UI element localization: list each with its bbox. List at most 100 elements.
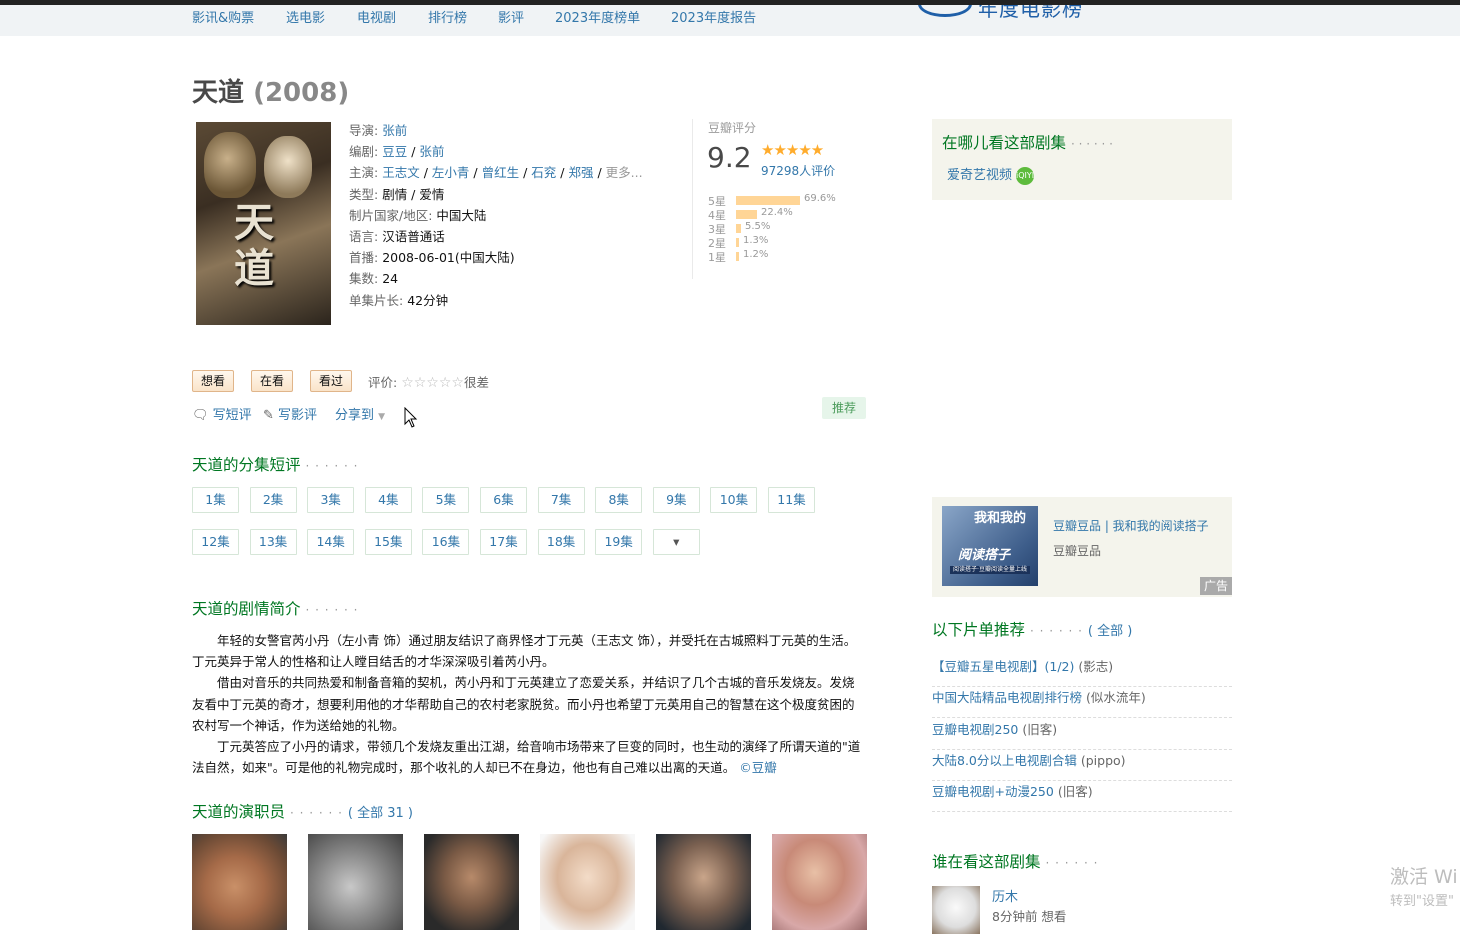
cast-link[interactable]: 曾红生 xyxy=(482,165,520,180)
episode-button[interactable]: 6集 xyxy=(480,487,527,513)
iqiyi-link[interactable]: 爱奇艺视频 iQIYI xyxy=(947,164,1034,185)
cast-link[interactable]: 郑强 xyxy=(568,165,593,180)
runtime-value: 42分钟 xyxy=(407,292,449,308)
synopsis-title-dots: · · · · · · xyxy=(305,603,359,617)
rating-bar-fill xyxy=(736,210,757,219)
genre-value: 剧情 / 爱情 xyxy=(382,186,445,202)
cast-photo[interactable] xyxy=(540,834,635,930)
cast-label: 主演: xyxy=(349,165,379,181)
ad-title-link[interactable]: 豆瓣豆品 | 我和我的阅读搭子 xyxy=(1053,517,1209,534)
nav-item-reviews[interactable]: 影评 xyxy=(498,7,524,26)
episode-button[interactable]: 17集 xyxy=(480,529,527,555)
runtime-row: 单集片长: 42分钟 xyxy=(349,290,643,311)
nav-item-tickets[interactable]: 影讯&购票 xyxy=(192,7,254,26)
pencil-icon: ✎ xyxy=(263,408,274,423)
cast-section-title: 天道的演职员 · · · · · · ( 全部 31 ) xyxy=(192,800,413,822)
lists-title-dots: · · · · · · xyxy=(1029,624,1083,638)
episode-button[interactable]: 13集 xyxy=(249,529,297,555)
rating-bar-fill xyxy=(736,252,739,261)
cast-photo[interactable] xyxy=(772,834,867,930)
write-review-link[interactable]: 写影评 xyxy=(278,408,317,423)
director-link[interactable]: 张前 xyxy=(382,123,407,138)
nav-item-charts[interactable]: 排行榜 xyxy=(428,7,467,26)
lists-all-link[interactable]: ( 全部 ) xyxy=(1088,624,1132,639)
cast-photo[interactable] xyxy=(192,834,287,930)
episode-button[interactable]: 2集 xyxy=(249,487,297,513)
language-value: 汉语普通话 xyxy=(382,229,445,245)
annual-list-logo[interactable]: 年度电影榜单 xyxy=(918,5,1098,19)
episode-button[interactable]: 19集 xyxy=(595,529,643,555)
episode-button[interactable]: 1集 xyxy=(192,487,239,513)
list-item-author: (似水流年) xyxy=(1086,690,1146,705)
cast-more-link[interactable]: 更多... xyxy=(606,165,643,180)
write-short-review[interactable]: 🗨︎ 写短评 xyxy=(192,404,252,423)
write-short-review-link[interactable]: 写短评 xyxy=(213,408,252,423)
rating-bar-row: 2星 1.3% xyxy=(708,235,868,250)
avatar[interactable] xyxy=(932,886,980,934)
episodes-label: 集数: xyxy=(349,271,379,287)
list-item-link[interactable]: 豆瓣电视剧250 xyxy=(932,722,1018,737)
episode-button[interactable]: 7集 xyxy=(537,487,585,513)
episodes-expand-chevron-icon[interactable]: ▾ xyxy=(652,529,700,555)
poster-actress-face xyxy=(264,136,312,198)
info-block: 导演: 张前 编剧: 豆豆 / 张前 主演: 王志文 / 左小青 / 曾红生 /… xyxy=(349,120,643,311)
episode-button[interactable]: 5集 xyxy=(422,487,470,513)
want-button[interactable]: 想看 xyxy=(192,370,235,392)
writer-link[interactable]: 张前 xyxy=(419,144,444,159)
write-review[interactable]: ✎ 写影评 xyxy=(263,404,317,423)
share-link[interactable]: 分享到 xyxy=(335,408,374,423)
cast-photo[interactable] xyxy=(424,834,519,930)
list-item-author: (pippo) xyxy=(1080,753,1126,768)
poster-image[interactable]: 天道 xyxy=(196,122,331,325)
nav-item-2023-report[interactable]: 2023年度报告 xyxy=(671,7,756,26)
ad-box[interactable]: 我和我的 阅读搭子 阅读搭子·豆瓣阅读全量上线 豆瓣豆品 | 我和我的阅读搭子 … xyxy=(932,497,1232,597)
cast-link[interactable]: 左小青 xyxy=(432,165,470,180)
episode-button[interactable]: 3集 xyxy=(307,487,355,513)
episodes-title-text: 天道的分集短评 xyxy=(192,456,301,474)
rating-votes-link[interactable]: 97298人评价 xyxy=(761,162,835,179)
viewers-title-dots: · · · · · · xyxy=(1045,856,1099,870)
cast-title-dots: · · · · · · xyxy=(289,806,343,820)
episode-button[interactable]: 14集 xyxy=(307,529,355,555)
premiere-label: 首播: xyxy=(349,250,379,266)
douban-credit-link[interactable]: ©豆瓣 xyxy=(739,760,777,775)
ad-image[interactable]: 我和我的 阅读搭子 阅读搭子·豆瓣阅读全量上线 xyxy=(942,506,1038,586)
episode-button[interactable]: 9集 xyxy=(652,487,700,513)
rating-bar-row: 1星 1.2% xyxy=(708,249,868,264)
cast-photo[interactable] xyxy=(308,834,403,930)
windows-activation-watermark-sub: 转到"设置" xyxy=(1390,894,1454,909)
rating-bar-percent: 69.6% xyxy=(804,193,836,204)
list-item-link[interactable]: 中国大陆精品电视剧排行榜 xyxy=(932,690,1082,705)
cast-row: 主演: 王志文 / 左小青 / 曾红生 / 石兖 / 郑强 / 更多... xyxy=(349,165,643,181)
where-to-watch-box: 在哪儿看这部剧集 · · · · · · 爱奇艺视频 iQIYI xyxy=(932,119,1232,200)
watched-button[interactable]: 看过 xyxy=(310,370,353,392)
nav-item-2023-list[interactable]: 2023年度榜单 xyxy=(555,7,640,26)
episode-button[interactable]: 4集 xyxy=(364,487,412,513)
cast-link[interactable]: 石兖 xyxy=(531,165,556,180)
episode-button[interactable]: 8集 xyxy=(595,487,643,513)
poster-actor-face xyxy=(204,132,256,198)
viewer-name-link[interactable]: 历木 xyxy=(992,886,1018,905)
writer-link[interactable]: 豆豆 xyxy=(382,144,407,159)
rating-bar-percent: 1.3% xyxy=(743,235,769,246)
cast-link[interactable]: 王志文 xyxy=(382,165,420,180)
nav-item-movies[interactable]: 选电影 xyxy=(286,7,325,26)
share-menu[interactable]: 分享到 ▼ xyxy=(335,404,385,423)
list-item-link[interactable]: 【豆瓣五星电视剧】(1/2) xyxy=(932,659,1074,674)
cast-photo[interactable] xyxy=(656,834,751,930)
episode-button[interactable]: 15集 xyxy=(364,529,412,555)
episode-button[interactable]: 10集 xyxy=(710,487,758,513)
country-value: 中国大陆 xyxy=(436,207,487,223)
rate-stars-icon[interactable]: ☆☆☆☆☆ xyxy=(401,375,464,391)
watching-button[interactable]: 在看 xyxy=(251,370,294,392)
nav-item-tv[interactable]: 电视剧 xyxy=(357,7,396,26)
episode-button[interactable]: 12集 xyxy=(192,529,239,555)
cast-all-link[interactable]: ( 全部 31 ) xyxy=(348,806,413,821)
episode-button[interactable]: 11集 xyxy=(768,487,815,513)
recommend-button[interactable]: 推荐 xyxy=(822,397,866,419)
episode-button[interactable]: 18集 xyxy=(537,529,585,555)
list-item-link[interactable]: 豆瓣电视剧+动漫250 xyxy=(932,784,1054,799)
episode-button[interactable]: 16集 xyxy=(422,529,470,555)
list-item: 豆瓣电视剧+动漫250 (旧客) xyxy=(932,780,1232,812)
list-item-link[interactable]: 大陆8.0分以上电视剧合辑 xyxy=(932,753,1077,768)
